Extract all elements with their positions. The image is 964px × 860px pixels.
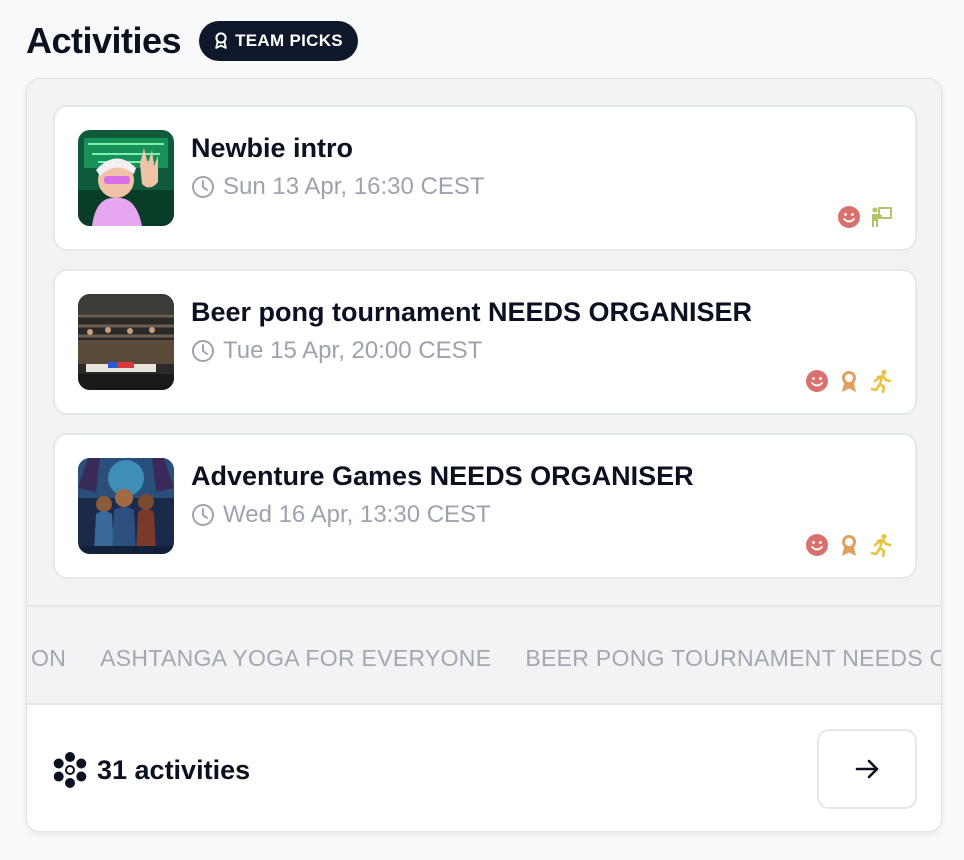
activity-count: 31 activities (51, 751, 250, 789)
activity-tags (805, 533, 893, 557)
activity-title: Beer pong tournament NEEDS ORGANISER (191, 297, 753, 327)
clock-icon (192, 504, 214, 526)
page-title: Activities (26, 20, 182, 61)
ticker-item[interactable]: BEER PONG TOURNAMENT NEEDS O (525, 645, 941, 672)
badge-label: TEAM PICKS (235, 31, 343, 50)
running-icon (870, 534, 892, 557)
activity-time: Wed 16 Apr, 13:30 CEST (191, 501, 491, 529)
activity-card[interactable]: Adventure Games NEEDS ORGANISER Wed 16 A… (53, 433, 917, 579)
running-icon (870, 370, 892, 393)
clock-icon (192, 176, 214, 198)
asterisk-cluster-icon (53, 752, 87, 788)
activity-tags (837, 205, 893, 229)
award-ribbon-icon (842, 535, 856, 556)
activity-thumbnail (78, 458, 174, 554)
ticker-item[interactable]: ASHTANGA YOGA FOR EVERYONE (100, 645, 491, 672)
smile-icon (838, 206, 860, 228)
activity-time-label: Tue 15 Apr, 20:00 CEST (223, 337, 483, 364)
teacher-board-icon (872, 207, 892, 227)
activity-title: Newbie intro (191, 133, 354, 163)
section-header: Activities TEAM PICKS (26, 20, 358, 62)
activity-ticker: ON ASHTANGA YOGA FOR EVERYONE BEER PONG … (27, 605, 941, 703)
activity-thumbnail (78, 130, 174, 226)
activity-time-label: Sun 13 Apr, 16:30 CEST (223, 173, 485, 200)
activity-thumbnail (78, 294, 174, 390)
smile-icon (806, 534, 828, 556)
ticker-item[interactable]: ON (31, 645, 66, 672)
clock-icon (192, 340, 214, 362)
activity-title: Adventure Games NEEDS ORGANISER (191, 461, 694, 491)
activity-card[interactable]: Beer pong tournament NEEDS ORGANISER Tue… (53, 269, 917, 415)
smile-icon (806, 370, 828, 392)
panel-footer: 31 activities (27, 703, 941, 831)
activity-tags (805, 369, 893, 393)
activity-card[interactable]: Newbie intro Sun 13 Apr, 16:30 CEST (53, 105, 917, 251)
next-button[interactable] (817, 729, 917, 809)
activity-time: Sun 13 Apr, 16:30 CEST (191, 173, 485, 201)
ticker-track: ON ASHTANGA YOGA FOR EVERYONE BEER PONG … (31, 645, 941, 672)
activities-panel: Newbie intro Sun 13 Apr, 16:30 CEST Beer… (26, 78, 942, 832)
award-ribbon-icon (215, 32, 227, 49)
arrow-right-icon (855, 759, 879, 779)
activity-count-label: 31 activities (97, 754, 251, 785)
activity-time: Tue 15 Apr, 20:00 CEST (191, 337, 482, 365)
award-ribbon-icon (842, 371, 856, 392)
activity-time-label: Wed 16 Apr, 13:30 CEST (223, 501, 491, 528)
team-picks-badge[interactable]: TEAM PICKS (199, 21, 358, 61)
